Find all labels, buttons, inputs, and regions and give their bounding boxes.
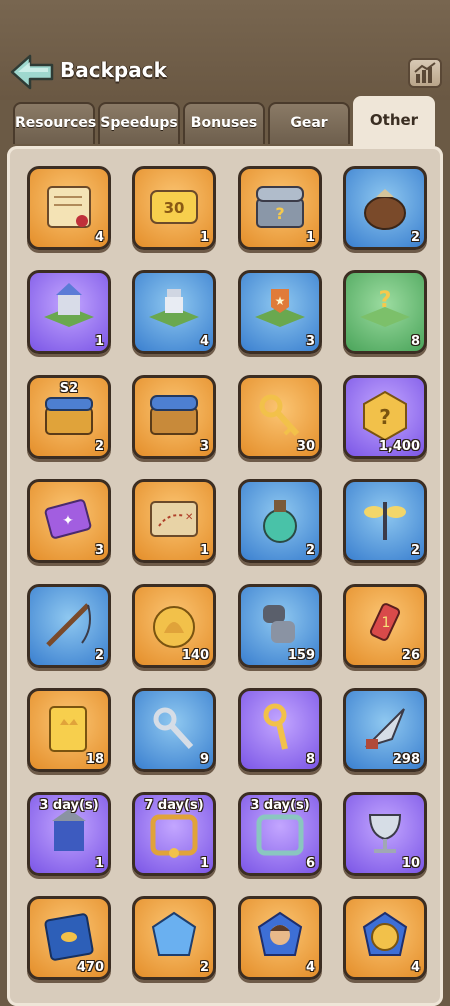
duration-badge: 7 day(s) <box>144 798 204 813</box>
item-panel: 4 30 1? 1 2 1 4 ★ 3? 8 S2 2 3 30? 1,400 ✦ 3 ✕ 1 2 2 2 140 159 1 2… <box>7 146 443 1006</box>
backpack-item[interactable]: 140 <box>132 584 216 668</box>
item-count: 4 <box>94 230 104 245</box>
stats-button[interactable] <box>408 58 442 88</box>
item-count: 8 <box>410 334 420 349</box>
item-count: 18 <box>85 752 104 767</box>
item-count: 140 <box>181 648 209 663</box>
backpack-item[interactable]: 18 <box>27 688 111 772</box>
item-count: 2 <box>410 543 420 558</box>
duration-badge: 3 day(s) <box>250 798 310 813</box>
item-count: 1 <box>199 230 209 245</box>
tab-bonuses[interactable]: Bonuses <box>183 102 265 144</box>
item-count: 4 <box>199 334 209 349</box>
backpack-item[interactable]: 2 <box>343 166 427 250</box>
item-count: 8 <box>305 752 315 767</box>
item-count: 470 <box>76 960 104 975</box>
backpack-item[interactable]: 4 <box>132 270 216 354</box>
backpack-item[interactable]: 1 <box>27 270 111 354</box>
backpack-item[interactable]: 2 <box>238 479 322 563</box>
item-count: 1 <box>94 334 104 349</box>
item-count: 159 <box>287 648 315 663</box>
item-count: 2 <box>199 960 209 975</box>
tab-other[interactable]: Other <box>353 96 435 148</box>
backpack-item[interactable]: 9 <box>132 688 216 772</box>
page-title: Backpack <box>60 58 167 82</box>
item-count: 3 <box>94 543 104 558</box>
item-count: 1 <box>94 856 104 871</box>
svg-text:?: ? <box>275 204 284 223</box>
backpack-item[interactable]: 4 <box>238 896 322 980</box>
duration-badge: 3 day(s) <box>39 798 99 813</box>
item-count: 298 <box>392 752 420 767</box>
back-button[interactable] <box>10 54 54 90</box>
svg-text:1: 1 <box>382 615 391 631</box>
item-count: 2 <box>94 648 104 663</box>
backpack-item[interactable]: 1 26 <box>343 584 427 668</box>
item-count: 4 <box>410 960 420 975</box>
backpack-item[interactable]: ★ 3 <box>238 270 322 354</box>
backpack-item[interactable]: 2 <box>343 479 427 563</box>
backpack-item[interactable]: 30 <box>238 375 322 459</box>
backpack-item[interactable]: 159 <box>238 584 322 668</box>
backpack-item[interactable]: 2 <box>132 896 216 980</box>
item-count: 1 <box>199 856 209 871</box>
svg-text:?: ? <box>379 288 392 313</box>
bar-chart-icon <box>414 62 436 83</box>
backpack-item[interactable]: ? 1 <box>238 166 322 250</box>
item-count: 9 <box>199 752 209 767</box>
item-count: 1 <box>199 543 209 558</box>
back-arrow-icon <box>10 54 54 90</box>
item-count: 30 <box>296 439 315 454</box>
item-count: 26 <box>401 648 420 663</box>
header-bar: Backpack <box>0 0 450 100</box>
backpack-item[interactable]: 298 <box>343 688 427 772</box>
backpack-item[interactable]: 8 <box>238 688 322 772</box>
backpack-item[interactable]: 3 day(s) 6 <box>238 792 322 876</box>
item-count: 1 <box>305 230 315 245</box>
backpack-item[interactable]: 7 day(s) 1 <box>132 792 216 876</box>
tab-resources[interactable]: Resources <box>13 102 96 144</box>
tab-bar: Resources Speedups Bonuses Gear Other <box>0 96 450 148</box>
svg-text:✕: ✕ <box>185 512 193 523</box>
backpack-item[interactable]: 4 <box>343 896 427 980</box>
backpack-item[interactable]: 10 <box>343 792 427 876</box>
tab-gear[interactable]: Gear <box>268 102 350 144</box>
backpack-item[interactable]: 30 1 <box>132 166 216 250</box>
item-count: 6 <box>305 856 315 871</box>
item-count: 2 <box>94 439 104 454</box>
backpack-item[interactable]: 3 <box>132 375 216 459</box>
item-count: 2 <box>305 543 315 558</box>
backpack-item[interactable]: 4 <box>27 166 111 250</box>
item-count: 3 <box>305 334 315 349</box>
backpack-item[interactable]: S2 2 <box>27 375 111 459</box>
tab-speedups[interactable]: Speedups <box>98 102 180 144</box>
backpack-item[interactable]: 2 <box>27 584 111 668</box>
svg-text:30: 30 <box>164 199 185 217</box>
backpack-item[interactable]: 3 day(s) 1 <box>27 792 111 876</box>
item-count: 2 <box>410 230 420 245</box>
duration-badge: S2 <box>59 381 79 396</box>
item-count: 10 <box>401 856 420 871</box>
item-count: 3 <box>199 439 209 454</box>
backpack-item[interactable]: 470 <box>27 896 111 980</box>
item-count: 4 <box>305 960 315 975</box>
item-count: 1,400 <box>378 439 420 454</box>
svg-text:✦: ✦ <box>62 513 74 529</box>
backpack-item[interactable]: ✦ 3 <box>27 479 111 563</box>
svg-text:?: ? <box>379 405 391 429</box>
svg-text:★: ★ <box>275 294 286 308</box>
backpack-item[interactable]: ✕ 1 <box>132 479 216 563</box>
backpack-item[interactable]: ? 8 <box>343 270 427 354</box>
backpack-item[interactable]: ? 1,400 <box>343 375 427 459</box>
